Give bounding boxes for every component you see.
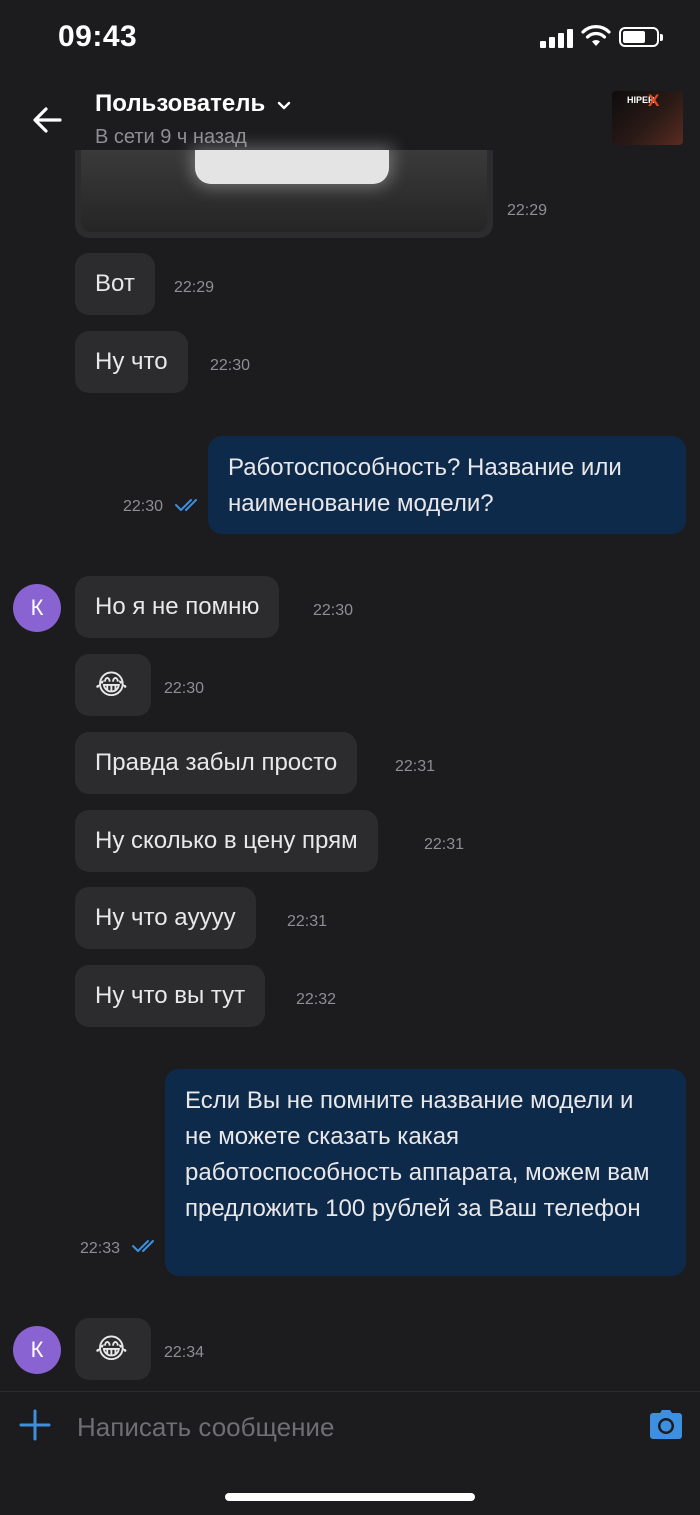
message-time: 22:30 <box>210 357 251 374</box>
battery-icon <box>619 27 663 47</box>
home-indicator[interactable] <box>225 1493 475 1501</box>
message-time: 22:29 <box>507 202 548 219</box>
message-time: 22:34 <box>164 1344 205 1361</box>
incoming-message[interactable]: Ну сколько в цену прям <box>75 810 378 872</box>
incoming-message[interactable]: 😂 <box>75 1318 151 1380</box>
message-time: 22:30 <box>164 680 205 697</box>
status-time: 09:43 <box>58 20 138 53</box>
incoming-message[interactable]: 😂 <box>75 654 151 716</box>
outgoing-message[interactable]: Если Вы не помните название модели и не … <box>165 1069 686 1276</box>
message-time: 22:33 <box>80 1240 121 1257</box>
message-time: 22:31 <box>424 836 465 853</box>
back-arrow-icon[interactable] <box>28 100 68 140</box>
chat-title[interactable]: Пользователь <box>95 90 265 118</box>
incoming-message[interactable]: Правда забыл просто <box>75 732 358 794</box>
composer-divider <box>0 1391 700 1392</box>
avatar-logo-x: X <box>648 91 660 110</box>
chat-avatar-image[interactable]: HIPER X <box>612 91 683 145</box>
photo-highlight <box>195 150 389 184</box>
message-input[interactable] <box>77 1407 617 1447</box>
incoming-message[interactable]: Но я не помню <box>75 576 280 638</box>
incoming-message[interactable]: Ну что вы тут <box>75 965 266 1027</box>
add-attachment-icon[interactable] <box>18 1408 52 1442</box>
sender-avatar[interactable]: К <box>13 584 61 632</box>
incoming-message[interactable]: Вот <box>75 253 155 315</box>
read-checkmarks-icon <box>175 499 197 511</box>
message-time: 22:32 <box>296 991 337 1008</box>
incoming-message[interactable]: Ну что <box>75 331 188 393</box>
message-time: 22:30 <box>123 498 164 515</box>
camera-icon[interactable] <box>649 1408 683 1440</box>
cellular-signal-icon <box>540 28 574 48</box>
message-time: 22:31 <box>287 913 328 930</box>
message-time: 22:29 <box>174 279 215 296</box>
message-time: 22:31 <box>395 758 436 775</box>
online-status: В сети 9 ч назад <box>95 126 247 148</box>
chevron-down-icon[interactable] <box>276 100 292 112</box>
incoming-message[interactable]: Ну что аyyyy <box>75 887 256 949</box>
read-checkmarks-icon <box>132 1240 154 1252</box>
sender-avatar[interactable]: К <box>13 1326 61 1374</box>
outgoing-message[interactable]: Работоспособность? Название или наименов… <box>208 436 686 534</box>
wifi-icon <box>581 25 611 46</box>
message-time: 22:30 <box>313 602 354 619</box>
